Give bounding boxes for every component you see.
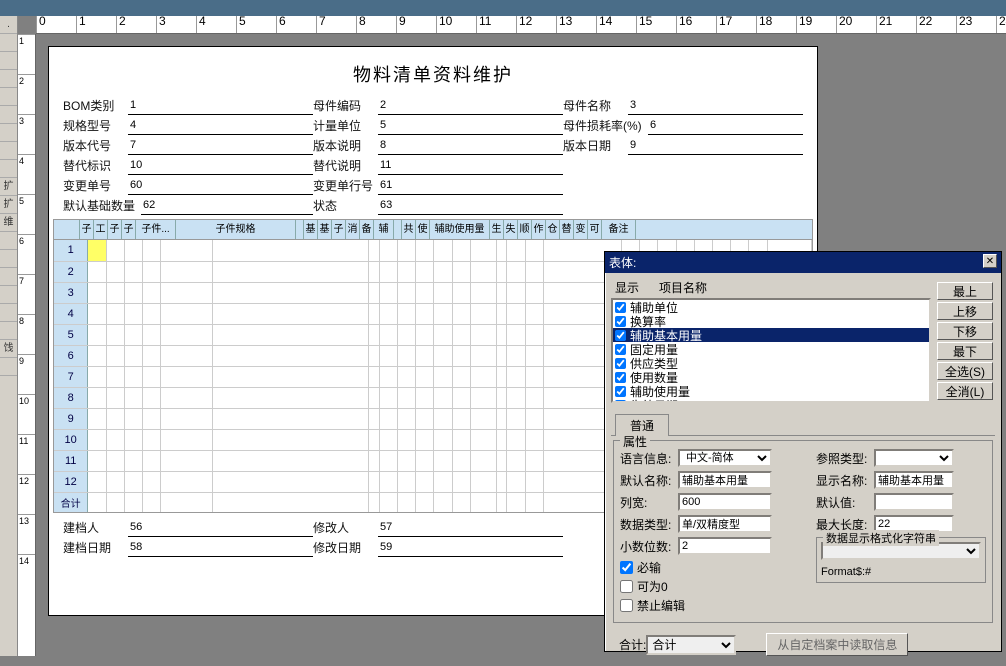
chg-ln-label: 变更单行号 bbox=[313, 177, 378, 195]
modifier-label: 修改人 bbox=[313, 519, 378, 537]
group-properties-label: 属性 bbox=[620, 433, 650, 450]
format-group-label: 数据显示格式化字符串 bbox=[823, 530, 939, 546]
bom-type-field[interactable]: 1 bbox=[128, 99, 313, 115]
column-listbox[interactable]: 辅助单位换算率辅助基本用量固定用量供应类型使用数量辅助使用量生效日期 bbox=[611, 298, 931, 403]
sum-label: 合计: bbox=[619, 636, 646, 653]
list-header-name: 项目名称 bbox=[659, 279, 707, 296]
mdate-label: 修改日期 bbox=[313, 539, 378, 557]
read-from-archive-button[interactable]: 从自定档案中读取信息 bbox=[766, 633, 908, 656]
parent-code-field[interactable]: 2 bbox=[378, 99, 563, 115]
mdate-field[interactable]: 59 bbox=[378, 541, 563, 557]
uom-field[interactable]: 5 bbox=[378, 119, 563, 135]
cdate-field[interactable]: 58 bbox=[128, 541, 313, 557]
ver-date-field[interactable]: 9 bbox=[628, 139, 803, 155]
parent-name-label: 母件名称 bbox=[563, 97, 628, 115]
sub-flag-label: 替代标识 bbox=[63, 157, 128, 175]
move-bottom-button[interactable]: 最下 bbox=[937, 342, 993, 360]
status-label: 状态 bbox=[313, 197, 378, 215]
sub-desc-field[interactable]: 11 bbox=[378, 159, 563, 175]
base-qty-label: 默认基础数量 bbox=[63, 197, 141, 215]
parent-code-label: 母件编码 bbox=[313, 97, 378, 115]
allow-zero-label: 可为0 bbox=[637, 578, 668, 595]
spec-field[interactable]: 4 bbox=[128, 119, 313, 135]
disable-edit-checkbox[interactable] bbox=[620, 599, 633, 612]
display-name-label: 显示名称: bbox=[816, 472, 874, 489]
decimal-label: 小数位数: bbox=[620, 538, 678, 555]
col-width-input[interactable] bbox=[678, 493, 772, 511]
select-none-button[interactable]: 全消(L) bbox=[937, 382, 993, 400]
data-type-input[interactable] bbox=[678, 515, 772, 533]
creator-field[interactable]: 56 bbox=[128, 521, 313, 537]
left-toolbox: . 扩扩维 饯 bbox=[0, 16, 18, 656]
chg-no-label: 变更单号 bbox=[63, 177, 128, 195]
disable-edit-label: 禁止编辑 bbox=[637, 597, 685, 614]
ref-type-label: 参照类型: bbox=[816, 450, 874, 467]
col-width-label: 列宽: bbox=[620, 494, 678, 511]
display-name-input[interactable] bbox=[874, 471, 954, 489]
cdate-label: 建档日期 bbox=[63, 539, 128, 557]
move-up-button[interactable]: 上移 bbox=[937, 302, 993, 320]
sub-flag-field[interactable]: 10 bbox=[128, 159, 313, 175]
default-name-input[interactable] bbox=[678, 471, 772, 489]
list-header-display: 显示 bbox=[615, 279, 659, 296]
spec-label: 规格型号 bbox=[63, 117, 128, 135]
ver-desc-field[interactable]: 8 bbox=[378, 139, 563, 155]
loss-field[interactable]: 6 bbox=[648, 119, 803, 135]
lang-select[interactable]: 中文-简体 bbox=[678, 449, 772, 467]
move-top-button[interactable]: 最上 bbox=[937, 282, 993, 300]
ruler-vertical: 1234567891011121314 bbox=[18, 34, 36, 656]
sub-desc-label: 替代说明 bbox=[313, 157, 378, 175]
uom-label: 计量单位 bbox=[313, 117, 378, 135]
default-value-label: 默认值: bbox=[816, 494, 874, 511]
ver-code-field[interactable]: 7 bbox=[128, 139, 313, 155]
form-title: 物料清单资料维护 bbox=[49, 47, 817, 97]
ref-type-select[interactable] bbox=[874, 449, 954, 467]
bom-type-label: BOM类别 bbox=[63, 97, 128, 115]
list-item[interactable]: 生效日期 bbox=[613, 398, 929, 403]
base-qty-field[interactable]: 62 bbox=[141, 199, 313, 215]
sum-select[interactable]: 合计 bbox=[646, 635, 736, 655]
creator-label: 建档人 bbox=[63, 519, 128, 537]
lang-label: 语言信息: bbox=[620, 450, 678, 467]
default-name-label: 默认名称: bbox=[620, 472, 678, 489]
loss-label: 母件损耗率(%) bbox=[563, 117, 648, 135]
ver-desc-label: 版本说明 bbox=[313, 137, 378, 155]
ver-code-label: 版本代号 bbox=[63, 137, 128, 155]
ver-date-label: 版本日期 bbox=[563, 137, 628, 155]
default-value-input[interactable] bbox=[874, 493, 954, 511]
data-type-label: 数据类型: bbox=[620, 516, 678, 533]
close-icon[interactable]: ✕ bbox=[983, 254, 997, 268]
chg-ln-field[interactable]: 61 bbox=[378, 179, 563, 195]
dialog-title: 表体: bbox=[609, 254, 636, 271]
required-checkbox[interactable] bbox=[620, 561, 633, 574]
status-field[interactable]: 63 bbox=[378, 199, 563, 215]
decimal-input[interactable] bbox=[678, 537, 772, 555]
modifier-field[interactable]: 57 bbox=[378, 521, 563, 537]
format-preview: Format$:# bbox=[821, 566, 981, 578]
ruler-horizontal: 0123456789101112131415161718192021222324 bbox=[36, 16, 1006, 34]
chg-no-field[interactable]: 60 bbox=[128, 179, 313, 195]
column-config-dialog: 表体: ✕ 显示 项目名称 辅助单位换算率辅助基本用量固定用量供应类型使用数量辅… bbox=[604, 251, 1002, 652]
move-down-button[interactable]: 下移 bbox=[937, 322, 993, 340]
allow-zero-checkbox[interactable] bbox=[620, 580, 633, 593]
parent-name-field[interactable]: 3 bbox=[628, 99, 803, 115]
select-all-button[interactable]: 全选(S) bbox=[937, 362, 993, 380]
required-label: 必输 bbox=[637, 559, 661, 576]
